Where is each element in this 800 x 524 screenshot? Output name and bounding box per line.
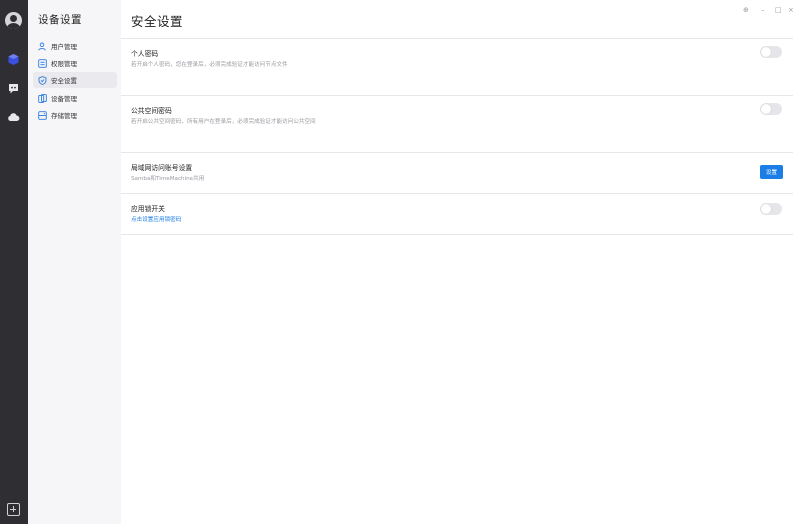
setting-desc: Samba和TimeMachine共用 [131, 176, 205, 182]
sidebar-item-users[interactable]: 用户管理 [33, 38, 117, 54]
minimize-icon[interactable]: – [761, 6, 765, 14]
setting-desc: 若开启公共空间密码，所有用户在登录后，必须完成验证才能访问公共空间 [131, 119, 316, 125]
row-divider [121, 234, 793, 235]
user-icon [38, 42, 46, 51]
sidebar-item-label: 用户管理 [51, 43, 77, 51]
pin-icon[interactable]: ⊕ [743, 6, 749, 14]
storage-icon [38, 110, 47, 120]
settings-sidebar: 设备设置 用户管理 权限管理 安全设置 设备管理 存储管理 [28, 0, 121, 524]
permission-icon [38, 58, 47, 68]
cloud-icon[interactable] [7, 111, 20, 124]
sidebar-item-storage[interactable]: 存储管理 [33, 107, 117, 123]
maximize-icon[interactable]: □ [775, 6, 782, 14]
sidebar-item-security[interactable]: 安全设置 [33, 72, 117, 88]
sidebar-title: 设备设置 [38, 14, 82, 26]
avatar[interactable] [5, 12, 22, 29]
shield-icon [38, 75, 47, 85]
setting-label: 局域网访问账号设置 [131, 164, 193, 172]
app-rail [0, 0, 28, 524]
main-content: 安全设置 ⊕ – □ × 个人密码 若开启个人密码，您在登录后，必须完成验证才能… [121, 0, 800, 524]
public-space-password-toggle[interactable] [760, 103, 782, 115]
setting-desc: 若开启个人密码，您在登录后，必须完成验证才能访问节点文件 [131, 62, 288, 68]
setting-label: 应用锁开关 [131, 205, 165, 213]
device-icon [38, 93, 47, 103]
close-icon[interactable]: × [788, 6, 794, 14]
device-box-icon[interactable] [7, 53, 20, 66]
setting-row-app-lock: 应用锁开关 点击设置应用锁密码 [121, 194, 793, 235]
sidebar-item-label: 安全设置 [51, 77, 77, 85]
sidebar-item-devices[interactable]: 设备管理 [33, 90, 117, 106]
sidebar-item-label: 设备管理 [51, 95, 77, 103]
sidebar-item-label: 存储管理 [51, 112, 77, 120]
setting-row-public-space-password: 公共空间密码 若开启公共空间密码，所有用户在登录后，必须完成验证才能访问公共空间 [121, 96, 793, 153]
personal-password-toggle[interactable] [760, 46, 782, 58]
lan-account-set-button[interactable]: 设置 [760, 165, 783, 179]
add-icon[interactable] [7, 503, 20, 516]
chat-icon[interactable] [7, 82, 20, 95]
setting-row-lan-account: 局域网访问账号设置 Samba和TimeMachine共用 设置 [121, 153, 793, 194]
setting-row-personal-password: 个人密码 若开启个人密码，您在登录后，必须完成验证才能访问节点文件 [121, 39, 793, 96]
sidebar-item-permissions[interactable]: 权限管理 [33, 55, 117, 71]
sidebar-item-label: 权限管理 [51, 60, 77, 68]
app-lock-password-link[interactable]: 点击设置应用锁密码 [131, 215, 181, 223]
app-lock-toggle[interactable] [760, 203, 782, 215]
page-title: 安全设置 [131, 14, 184, 29]
setting-label: 个人密码 [131, 50, 159, 58]
setting-label: 公共空间密码 [131, 107, 172, 115]
